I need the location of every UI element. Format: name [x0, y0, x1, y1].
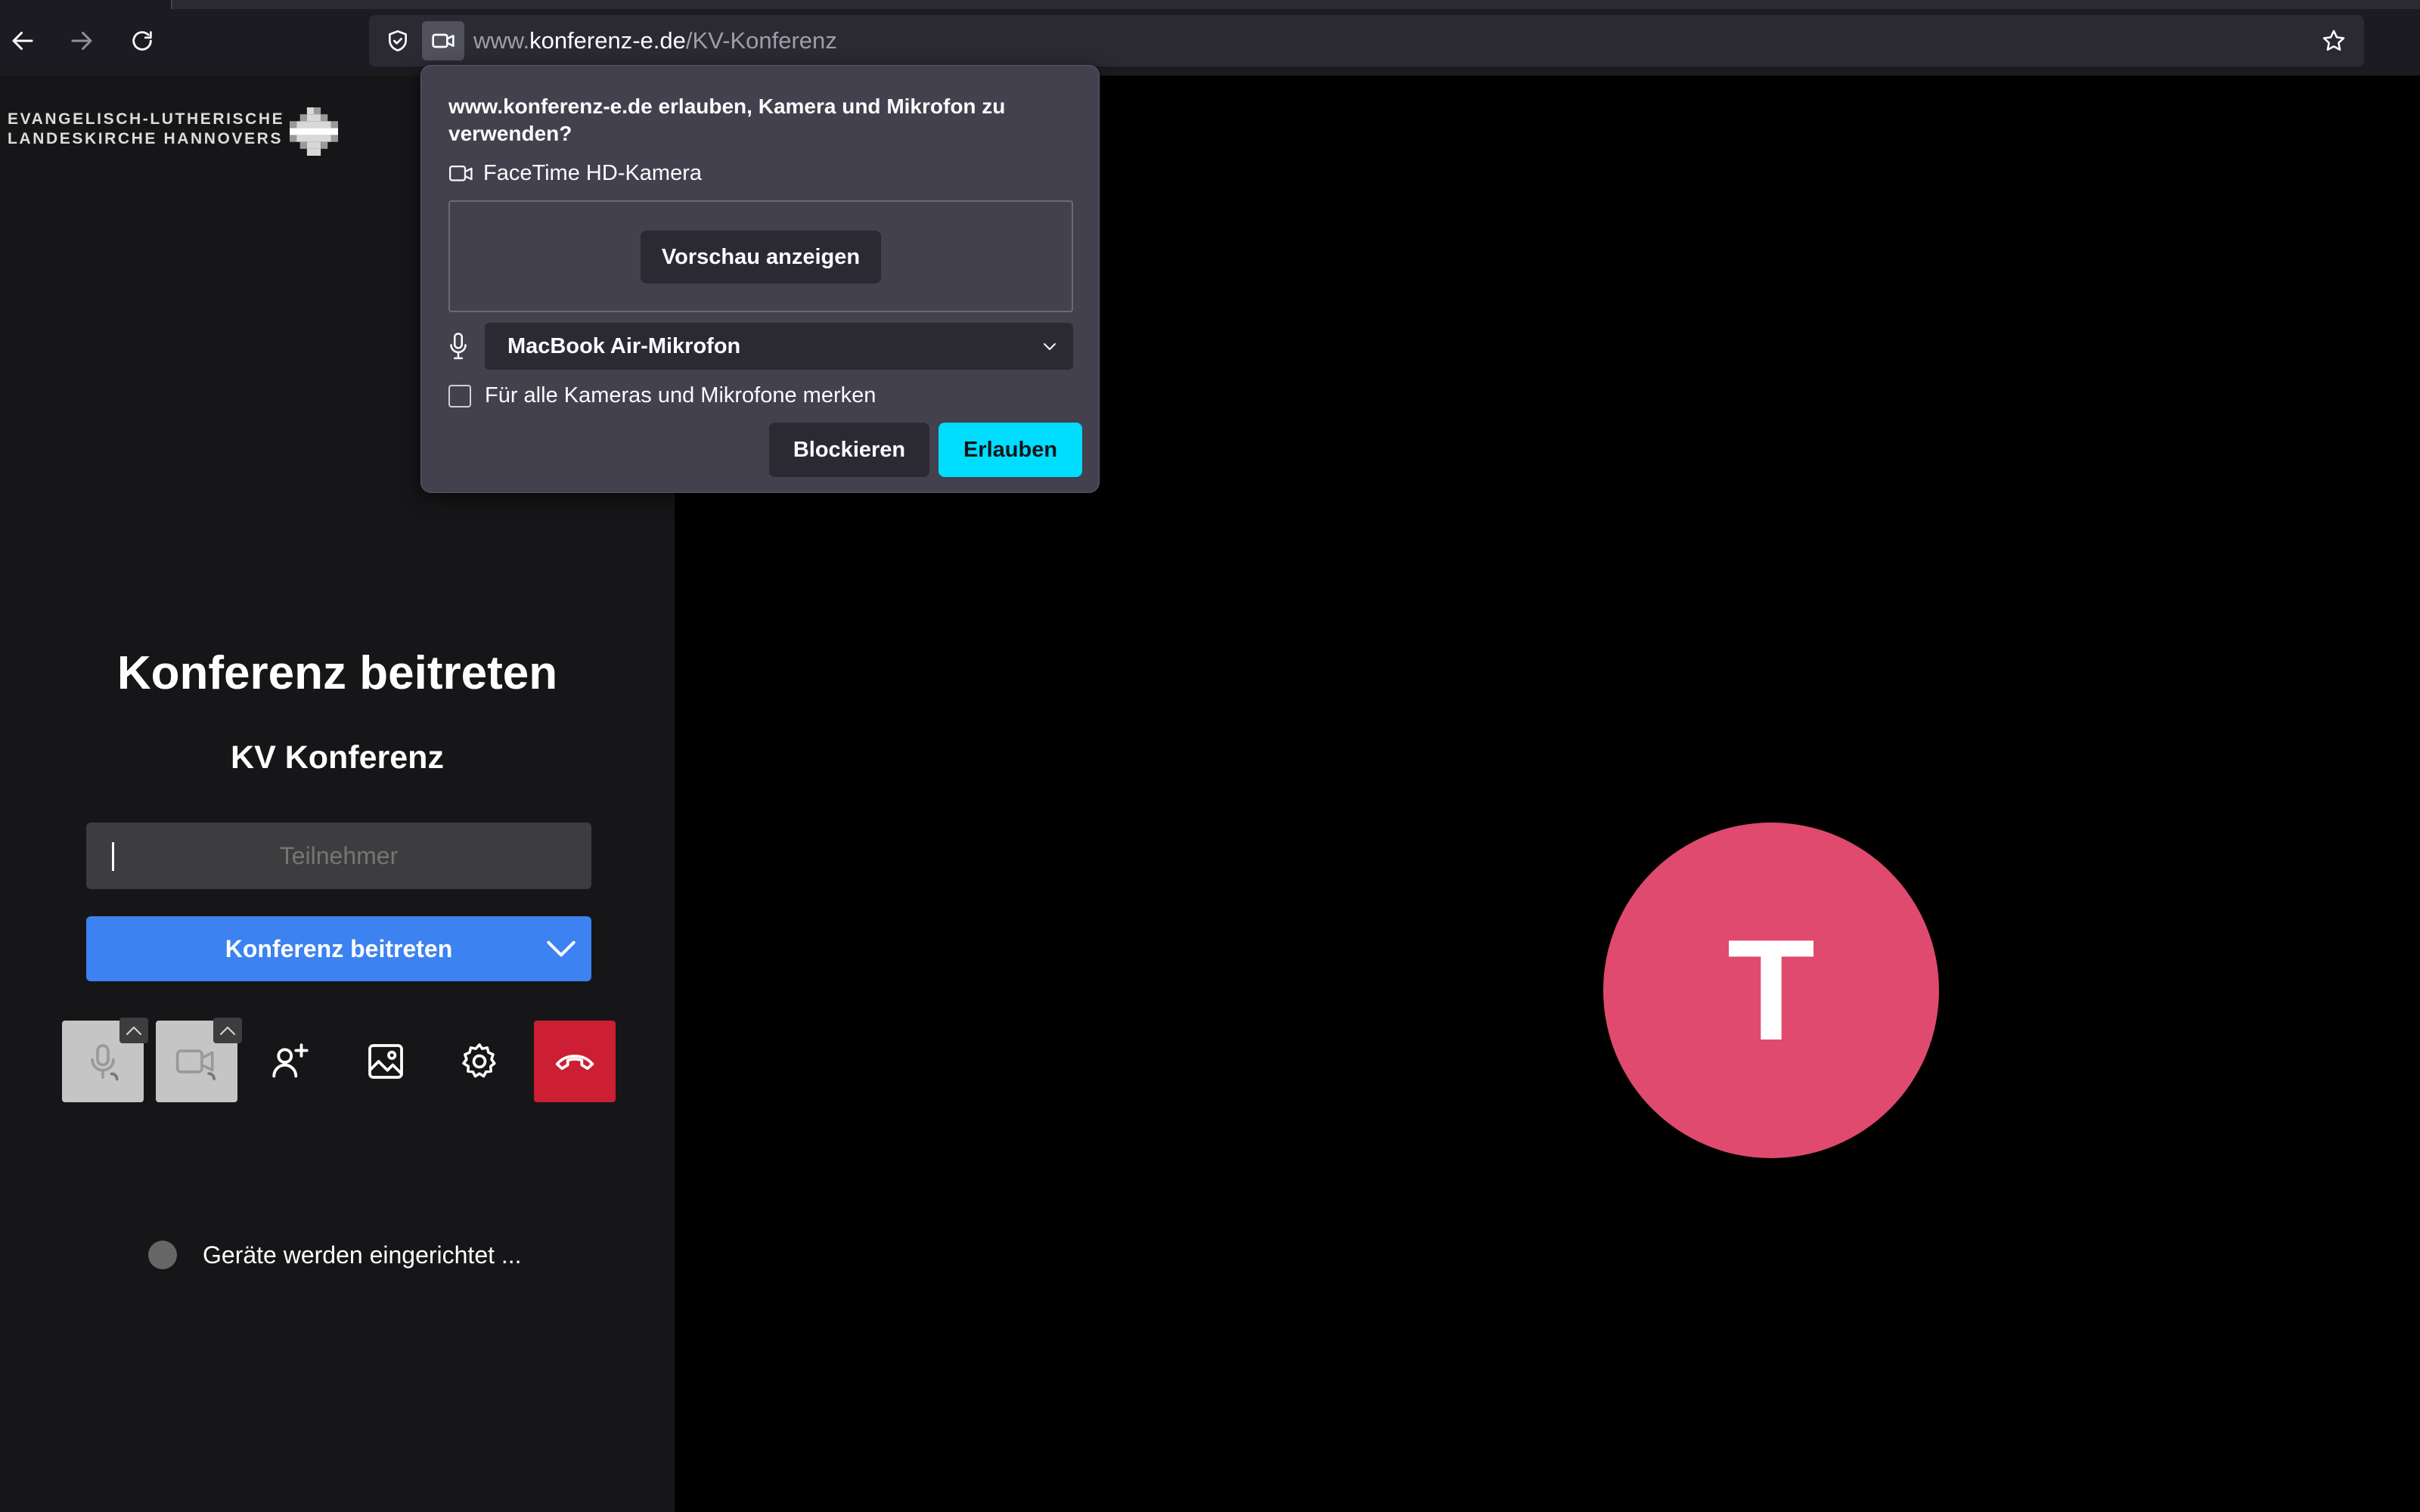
hangup-button[interactable] [534, 1021, 616, 1102]
back-button[interactable] [2, 20, 44, 62]
camera-icon [448, 165, 473, 181]
browser-toolbar: www.konferenz-e.de/KV-Konferenz [0, 0, 2420, 76]
tab-strip [0, 0, 2420, 9]
tracking-protection-button[interactable] [377, 21, 419, 60]
chevron-down-icon [1044, 343, 1056, 350]
reload-button[interactable] [121, 20, 163, 62]
url-prefix: www. [473, 27, 530, 54]
permission-popup: www.konferenz-e.de erlauben, Kamera und … [420, 65, 1100, 493]
join-button-label: Konferenz beitreten [225, 935, 453, 962]
chevron-up-icon [126, 1026, 142, 1036]
church-logo: EVANGELISCH-LUTHERISCHE LANDESKIRCHE HAN… [8, 107, 340, 156]
shield-icon [389, 30, 407, 51]
microphone-select-value: MacBook Air-Mikrofon [507, 334, 741, 358]
background-button[interactable] [345, 1021, 427, 1102]
url-bar[interactable]: www.konferenz-e.de/KV-Konferenz [369, 15, 2364, 67]
star-icon [2322, 29, 2345, 51]
active-tab[interactable] [0, 0, 172, 9]
back-arrow-icon [12, 32, 33, 50]
url-host: konferenz-e.de [529, 27, 686, 54]
camera-permission-button[interactable] [422, 21, 464, 60]
room-name: KV Konferenz [231, 739, 444, 776]
bookmark-button[interactable] [2313, 21, 2355, 60]
reload-icon [132, 31, 152, 51]
camera-options-button[interactable] [213, 1018, 242, 1043]
camera-name: FaceTime HD-Kamera [483, 161, 702, 185]
forward-button[interactable] [60, 20, 103, 62]
microphone-options-button[interactable] [119, 1018, 148, 1043]
join-options-dropdown[interactable] [546, 936, 576, 962]
gear-icon [462, 1043, 496, 1078]
url-text[interactable]: www.konferenz-e.de/KV-Konferenz [473, 15, 837, 67]
microphone-icon [448, 332, 468, 361]
url-path: /KV-Konferenz [685, 27, 837, 54]
device-setup-status: Geräte werden eingerichtet ... [148, 1240, 522, 1270]
status-indicator [148, 1241, 177, 1269]
join-title: Konferenz beitreten [116, 647, 558, 699]
remember-checkbox[interactable] [448, 384, 471, 407]
invite-button[interactable] [250, 1021, 331, 1102]
camera-preview-area: Vorschau anzeigen [448, 200, 1073, 312]
permission-question: www.konferenz-e.de erlauben, Kamera und … [448, 94, 1006, 145]
display-name-input[interactable] [86, 823, 591, 889]
camera-row: FaceTime HD-Kamera [448, 161, 702, 186]
logo-line-1: EVANGELISCH-LUTHERISCHE [8, 110, 285, 128]
allow-button[interactable]: Erlauben [939, 423, 1082, 477]
add-person-icon [272, 1043, 309, 1078]
camera-off-icon [175, 1049, 216, 1080]
status-text: Geräte werden eingerichtet ... [203, 1241, 522, 1269]
chevron-down-icon [547, 940, 576, 957]
cross-emblem-icon [290, 107, 338, 156]
forward-arrow-icon [71, 32, 92, 50]
image-icon [368, 1044, 403, 1079]
settings-button[interactable] [439, 1021, 520, 1102]
phone-hangup-icon [555, 1055, 594, 1070]
camera-icon [432, 33, 455, 48]
text-caret [112, 842, 114, 871]
show-preview-button[interactable]: Vorschau anzeigen [641, 231, 881, 284]
microphone-select[interactable]: MacBook Air-Mikrofon [485, 323, 1073, 370]
join-conference-button[interactable]: Konferenz beitreten [86, 916, 591, 981]
avatar-initial: T [1727, 910, 1816, 1070]
remember-row: Für alle Kameras und Mikrofone merken [448, 383, 876, 408]
participant-avatar: T [1603, 823, 1939, 1158]
microphone-muted-icon [91, 1044, 119, 1081]
block-button[interactable]: Blockieren [769, 423, 929, 477]
remember-label[interactable]: Für alle Kameras und Mikrofone merken [485, 383, 876, 408]
chevron-up-icon [219, 1026, 236, 1036]
logo-line-2: LANDESKIRCHE HANNOVERS [8, 130, 284, 147]
